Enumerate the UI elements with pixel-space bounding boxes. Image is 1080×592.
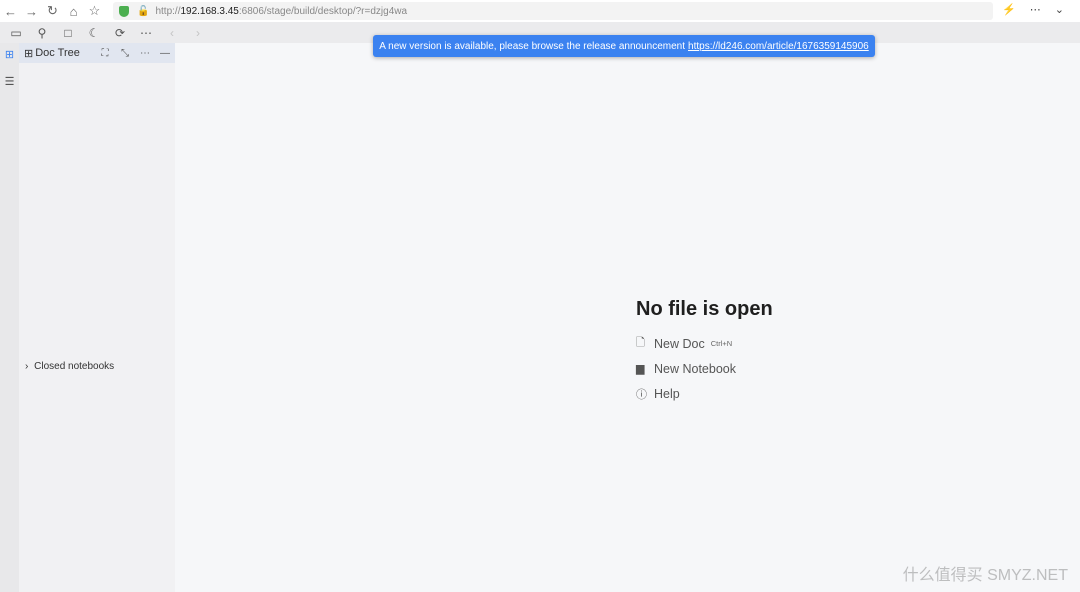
doc-tree-icon[interactable]: ⊞ <box>0 43 19 70</box>
empty-state: No file is open 🗋 New Doc Ctrl+N ▆ New N… <box>636 298 773 406</box>
doc-tree-panel: ⊞ Doc Tree ⛶ ⤡ ⋯ — › Closed notebooks <box>19 43 175 592</box>
new-notebook-button[interactable]: ▆ New Notebook <box>636 356 773 381</box>
forward-icon[interactable]: → <box>21 4 42 19</box>
browser-bar: ← → ↻ ⌂ ☆ 🔓 http://192.168.3.45:6806/sta… <box>0 0 1080 22</box>
shortcut-label: Ctrl+N <box>710 339 733 348</box>
more-icon[interactable]: ⋯ <box>133 26 159 40</box>
home-icon[interactable]: ⌂ <box>63 4 84 19</box>
url-prefix: http:// <box>155 5 181 17</box>
new-notebook-label: New Notebook <box>654 361 736 376</box>
moon-icon[interactable]: ☾ <box>81 26 107 40</box>
more-icon[interactable]: ⋯ <box>135 48 155 59</box>
minimize-icon[interactable]: — <box>155 48 175 59</box>
calendar-icon[interactable]: ▭ <box>3 26 29 40</box>
new-doc-button[interactable]: 🗋 New Doc Ctrl+N <box>636 331 773 356</box>
left-dock: ⊞ ☰ <box>0 43 19 592</box>
help-button[interactable]: ⓘ Help <box>636 381 773 406</box>
update-toast: A new version is available, please brows… <box>373 35 875 57</box>
closed-notebooks-toggle[interactable]: › Closed notebooks <box>25 361 114 372</box>
chevron-right-icon: › <box>25 361 29 372</box>
watermark: 什么值得买 SMYZ.NET <box>902 567 1068 584</box>
doc-tree-icon: ⊞ <box>24 47 34 60</box>
search-icon[interactable]: ⚲ <box>29 26 55 40</box>
new-doc-label: New Doc <box>654 336 705 351</box>
chevron-down-icon[interactable]: ⌄ <box>1055 3 1064 16</box>
back-icon[interactable]: ← <box>0 4 21 19</box>
lock-icon: 🔓 <box>137 5 150 17</box>
square-icon[interactable]: □ <box>55 26 81 40</box>
forward-icon[interactable]: › <box>185 26 211 40</box>
more-icon[interactable]: ⋯ <box>1030 3 1041 16</box>
outline-icon[interactable]: ☰ <box>0 70 19 97</box>
url-host: 192.168.3.45 <box>180 5 239 17</box>
url-path: :6806/stage/build/desktop/?r=dzjg4wa <box>238 5 408 17</box>
reload-icon[interactable]: ↻ <box>42 3 63 19</box>
page-title: No file is open <box>636 298 773 320</box>
shield-icon <box>119 5 129 17</box>
favorites-icon[interactable]: ☆ <box>84 3 105 19</box>
release-link[interactable]: https://ld246.com/article/1676359145906 <box>688 41 869 52</box>
address-bar[interactable]: 🔓 http://192.168.3.45:6806/stage/build/d… <box>113 2 993 20</box>
panel-title: Doc Tree <box>35 47 80 59</box>
panel-header: ⊞ Doc Tree ⛶ ⤡ ⋯ — <box>19 43 175 63</box>
closed-notebooks-label: Closed notebooks <box>34 361 115 372</box>
notebook-icon: ▆ <box>636 363 645 375</box>
help-label: Help <box>654 386 680 401</box>
focus-icon[interactable]: ⛶ <box>95 48 115 59</box>
file-icon: 🗋 <box>636 337 645 349</box>
toast-text: A new version is available, please brows… <box>379 40 686 52</box>
help-icon: ⓘ <box>636 388 647 401</box>
back-icon[interactable]: ‹ <box>159 26 185 40</box>
sync-icon[interactable]: ⟳ <box>107 26 133 40</box>
lightning-icon[interactable]: ⚡ <box>1002 3 1016 16</box>
collapse-icon[interactable]: ⤡ <box>115 48 135 59</box>
